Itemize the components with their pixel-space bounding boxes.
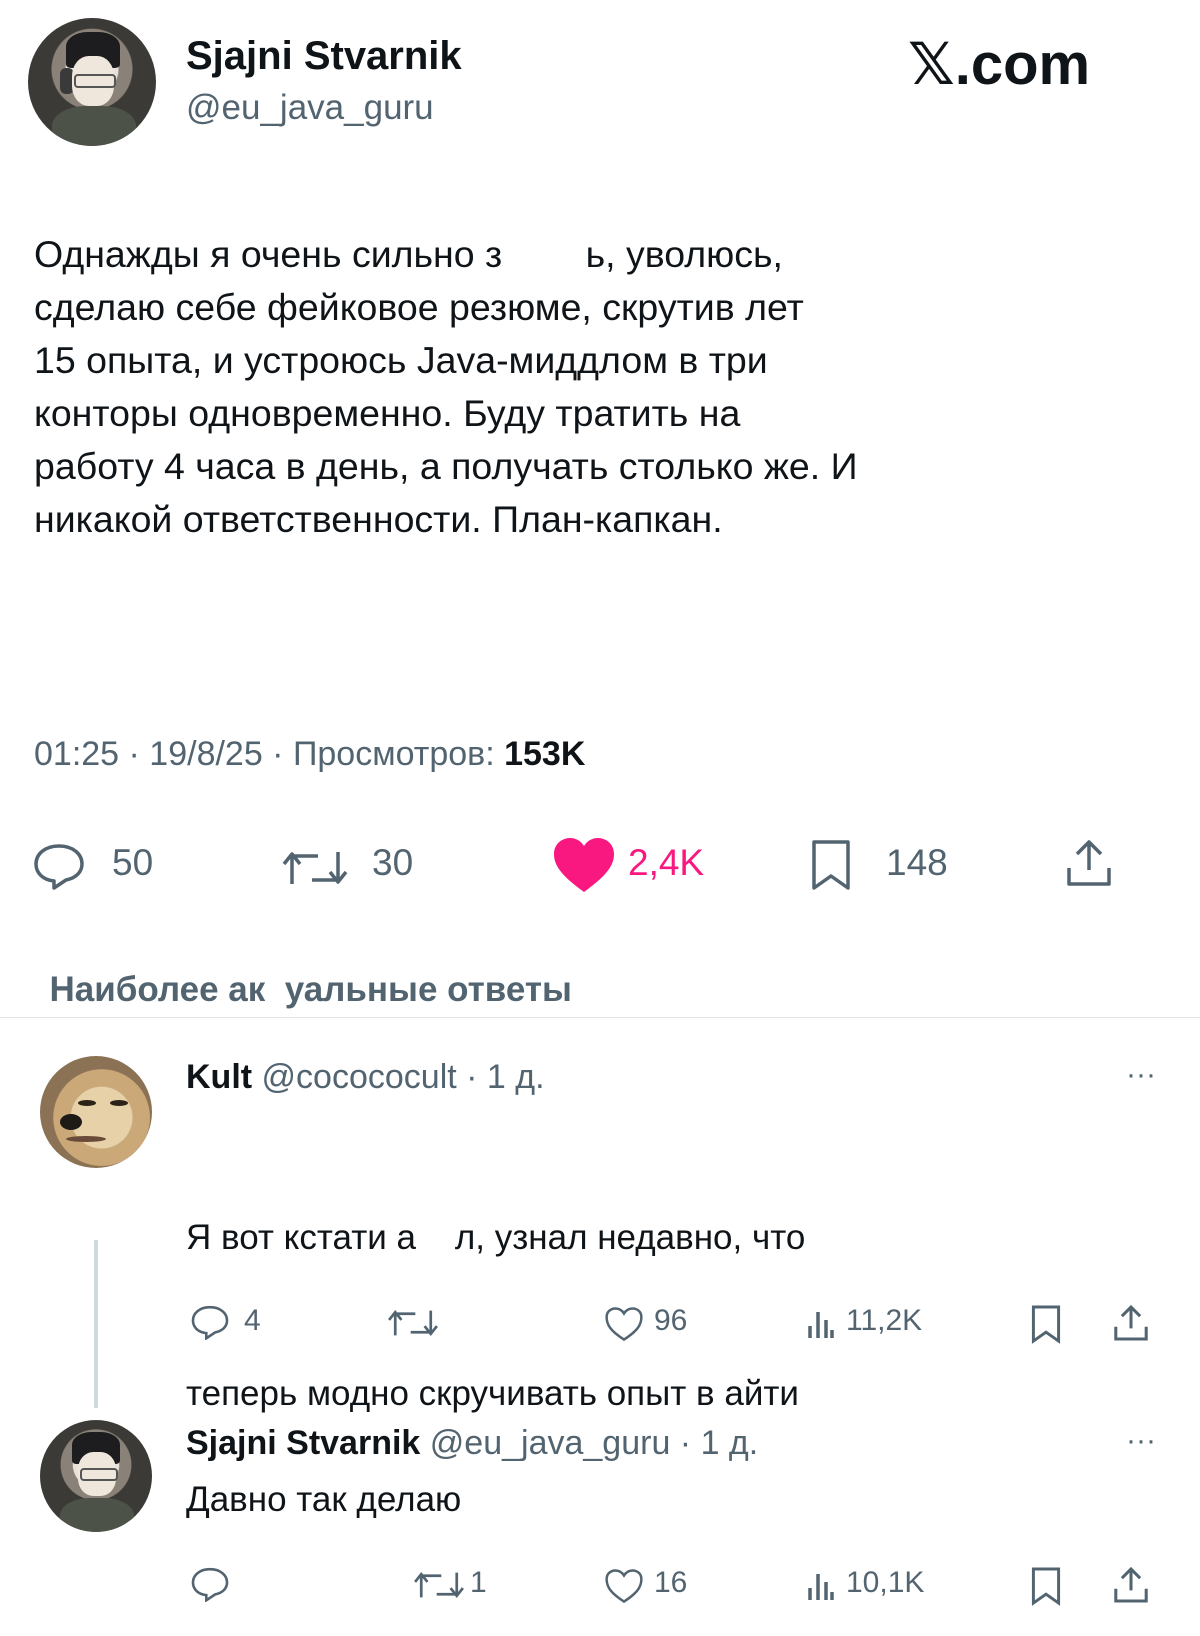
author-handle[interactable]: @eu_java_guru: [186, 88, 434, 128]
post-views[interactable]: 153K: [504, 735, 585, 773]
reply-text: Я вот кстати а л, узнал недавно, что теп…: [186, 1108, 805, 1472]
repost-count[interactable]: 30: [372, 842, 413, 884]
reply-header: Kult @cocococult · 1 д.: [186, 1058, 545, 1097]
reply-text: Давно так делаю: [186, 1474, 461, 1526]
replies-sort-label: Наиболее ак уальные ответы: [49, 970, 572, 1009]
post-text-line: работу 4 часа в день, а получать столько…: [34, 445, 858, 487]
reply-icon[interactable]: [190, 1566, 230, 1602]
post-text-line: сделаю себе фейковое резюме, скрутив лет: [34, 286, 804, 328]
post-text-line: конторы одновременно. Буду тратить на: [34, 392, 741, 434]
reply-count[interactable]: 4: [244, 1304, 261, 1338]
post-meta: 01:25 · 19/8/25 · Просмотров: 153K: [34, 735, 585, 774]
x-logo: 𝕏.com: [908, 32, 1091, 97]
reply-header: Sjajni Stvarnik @eu_java_guru · 1 д.: [186, 1424, 758, 1463]
post-text-line: 15 опыта, и устроюсь Java-миддлом в три: [34, 339, 768, 381]
heart-filled-icon[interactable]: [552, 836, 616, 894]
reply-handle-time[interactable]: @eu_java_guru · 1 д.: [430, 1424, 758, 1462]
more-options-icon[interactable]: ···: [1126, 1424, 1156, 1458]
views-chart-icon[interactable]: [806, 1306, 834, 1340]
repost-icon[interactable]: [412, 1568, 466, 1602]
views-count[interactable]: 11,2K: [846, 1304, 922, 1338]
share-icon[interactable]: [1112, 1302, 1150, 1344]
reply-handle-time[interactable]: @cocococult · 1 д.: [262, 1058, 545, 1096]
reply-count[interactable]: 50: [112, 842, 153, 884]
like-count[interactable]: 16: [654, 1566, 687, 1600]
post-text-line: Однажды я очень сильно з ь, уволюсь,: [34, 233, 783, 275]
bookmark-icon[interactable]: [1030, 1304, 1062, 1344]
author-name[interactable]: Sjajni Stvarnik: [186, 34, 462, 79]
share-icon[interactable]: [1112, 1564, 1150, 1606]
repost-count[interactable]: 1: [470, 1566, 487, 1600]
post-text: Однажды я очень сильно з ь, уволюсь, сде…: [34, 228, 1184, 546]
more-options-icon[interactable]: ···: [1126, 1058, 1156, 1092]
reply-text-line: теперь модно скручивать опыт в айти: [186, 1374, 799, 1413]
reply-icon[interactable]: [190, 1304, 230, 1340]
views-chart-icon[interactable]: [806, 1568, 834, 1602]
reply-author-name[interactable]: Kult: [186, 1058, 252, 1096]
bookmark-count[interactable]: 148: [886, 842, 948, 884]
share-icon[interactable]: [1064, 836, 1114, 890]
reply-avatar[interactable]: [40, 1420, 152, 1532]
reply-text-line: Я вот кстати а л, узнал недавно, что: [186, 1218, 806, 1257]
repost-icon[interactable]: [280, 846, 350, 890]
like-count[interactable]: 96: [654, 1304, 687, 1338]
heart-icon[interactable]: [604, 1306, 644, 1342]
bookmark-icon[interactable]: [810, 838, 852, 892]
reply-author-name[interactable]: Sjajni Stvarnik: [186, 1424, 420, 1462]
views-count[interactable]: 10,1K: [846, 1566, 924, 1600]
reply-text-line: Давно так делаю: [186, 1480, 462, 1519]
repost-icon[interactable]: [386, 1306, 440, 1340]
thread-line: [94, 1240, 98, 1408]
post-text-line: никакой ответственности. План-капкан.: [34, 498, 723, 540]
heart-icon[interactable]: [604, 1568, 644, 1604]
post-timestamp: 01:25 · 19/8/25 · Просмотров:: [34, 735, 505, 773]
reply-icon[interactable]: [32, 842, 86, 890]
bookmark-icon[interactable]: [1030, 1566, 1062, 1606]
like-count[interactable]: 2,4K: [628, 842, 704, 884]
reply-avatar[interactable]: [40, 1056, 152, 1168]
divider: [0, 1017, 1200, 1018]
author-avatar[interactable]: [28, 18, 156, 146]
